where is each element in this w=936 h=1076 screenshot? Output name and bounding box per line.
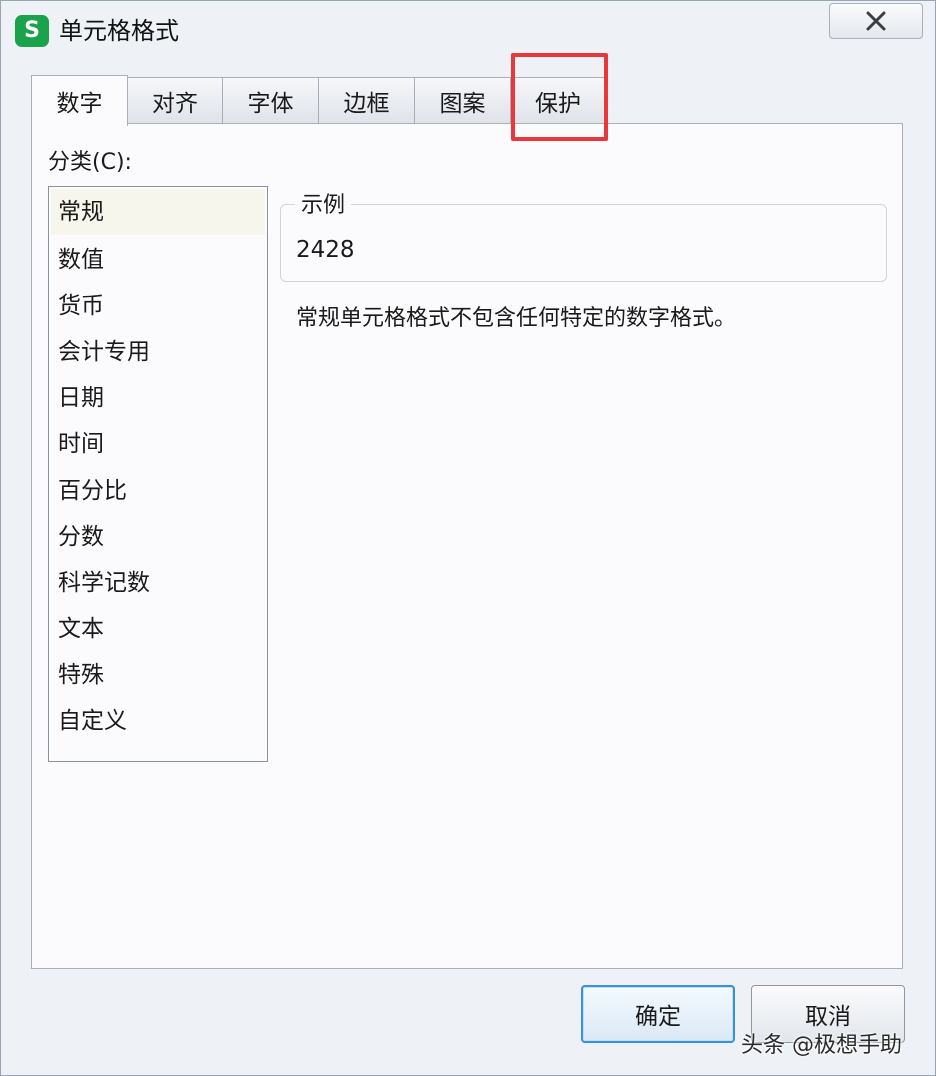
tab-alignment[interactable]: 对齐	[127, 77, 223, 123]
category-item-number[interactable]: 数值	[49, 237, 267, 283]
category-item-time[interactable]: 时间	[49, 421, 267, 467]
category-item-general[interactable]: 常规	[51, 189, 265, 236]
category-item-percentage[interactable]: 百分比	[49, 468, 267, 514]
format-description: 常规单元格格式不包含任何特定的数字格式。	[296, 306, 737, 331]
category-item-custom[interactable]: 自定义	[49, 698, 267, 744]
wps-spreadsheet-app-icon: S	[15, 15, 49, 47]
category-item-scientific[interactable]: 科学记数	[49, 560, 267, 606]
category-item-text[interactable]: 文本	[49, 606, 267, 652]
category-listbox[interactable]: 常规 数值 货币 会计专用 日期 时间 百分比 分数 科学记数 文本 特殊 自定…	[48, 186, 268, 762]
dialog-title: 单元格格式	[59, 17, 179, 45]
category-item-fraction[interactable]: 分数	[49, 514, 267, 560]
close-icon	[866, 11, 886, 31]
tab-border[interactable]: 边框	[318, 77, 415, 123]
sample-legend: 示例	[295, 187, 352, 219]
category-item-date[interactable]: 日期	[49, 375, 267, 421]
sample-value: 2428	[296, 237, 355, 263]
protection-tab-highlight	[511, 53, 608, 141]
close-button[interactable]	[829, 3, 923, 39]
tab-number[interactable]: 数字	[31, 75, 128, 126]
format-cells-dialog: S 单元格格式 数字 对齐 字体 边框 图案 保护 分类(C): 常规 数值 货…	[0, 0, 936, 1076]
watermark: 头条 @极想手助	[741, 1033, 902, 1058]
sample-group: 示例 2428	[280, 187, 887, 282]
category-item-accounting[interactable]: 会计专用	[49, 329, 267, 375]
tab-font[interactable]: 字体	[222, 77, 319, 123]
number-tab-panel: 分类(C): 常规 数值 货币 会计专用 日期 时间 百分比 分数 科学记数 文…	[31, 123, 903, 969]
category-item-special[interactable]: 特殊	[49, 652, 267, 698]
category-item-currency[interactable]: 货币	[49, 283, 267, 329]
ok-button[interactable]: 确定	[581, 985, 735, 1043]
tab-pattern[interactable]: 图案	[414, 77, 511, 123]
title-bar: S 单元格格式	[1, 1, 935, 59]
category-label: 分类(C):	[48, 150, 132, 175]
